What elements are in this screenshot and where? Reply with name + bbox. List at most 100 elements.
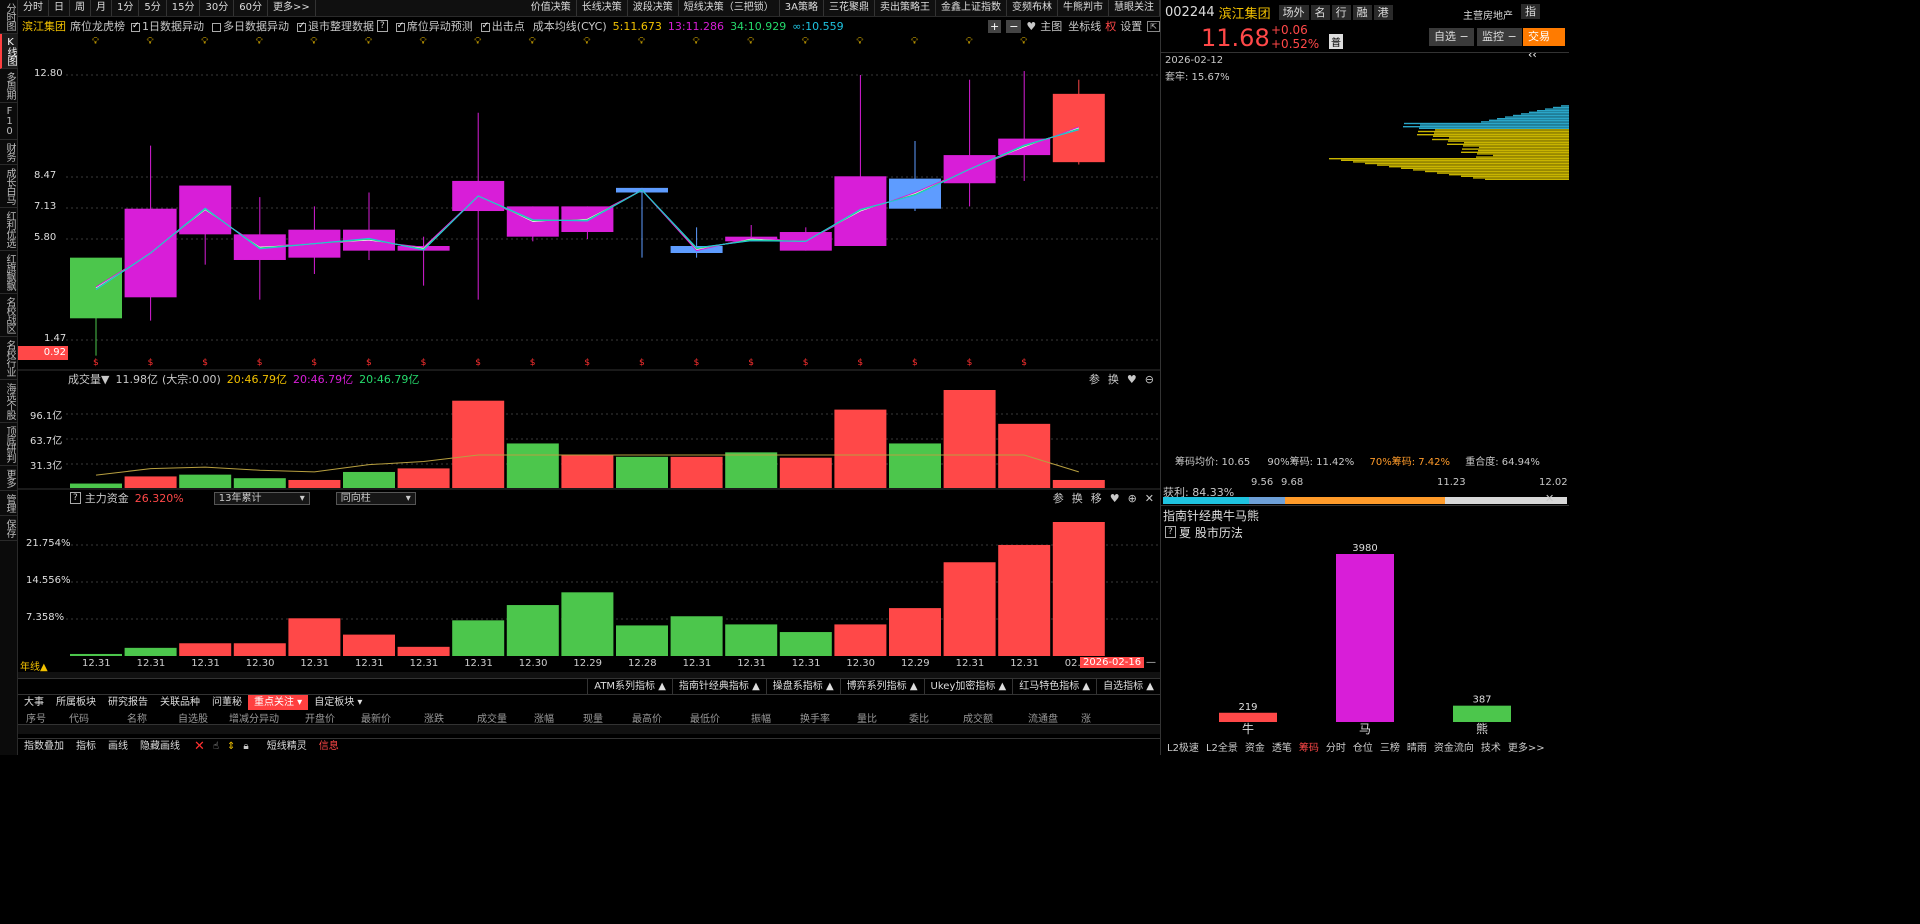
left-nav-item[interactable]: 顶底研判 bbox=[0, 423, 18, 466]
right-bottom-tab[interactable]: 技术 bbox=[1481, 743, 1501, 754]
footer-indicator-button[interactable]: 指标 bbox=[70, 739, 102, 754]
left-nav-item[interactable]: 分时图 bbox=[0, 0, 18, 34]
help-icon[interactable]: ? bbox=[377, 20, 388, 32]
chart-area[interactable] bbox=[18, 34, 1160, 657]
bottom-tab[interactable]: 所属板块 bbox=[50, 695, 102, 710]
capital-bar[interactable] bbox=[233, 643, 286, 656]
left-nav-item[interactable]: 财务 bbox=[0, 140, 18, 165]
table-column-header[interactable]: 自选股 bbox=[170, 711, 216, 724]
right-bottom-tab[interactable]: L2全景 bbox=[1206, 743, 1238, 754]
bulb-icon[interactable]: 💡︎ bbox=[693, 36, 700, 47]
table-column-header[interactable]: 名称 bbox=[104, 711, 170, 724]
period-tab[interactable]: 分时 bbox=[18, 0, 49, 16]
signal-mark[interactable]: $ bbox=[803, 358, 809, 368]
volume-bar[interactable] bbox=[343, 471, 395, 488]
plus-icon[interactable]: + bbox=[987, 19, 1002, 33]
volume-switch-button[interactable]: 换 bbox=[1108, 371, 1119, 387]
signal-mark[interactable]: $ bbox=[912, 358, 918, 368]
left-nav-item[interactable]: F10 bbox=[0, 103, 18, 140]
signal-mark[interactable]: $ bbox=[530, 358, 536, 368]
signal-mark[interactable]: $ bbox=[93, 358, 99, 368]
minus-icon[interactable]: − bbox=[1006, 19, 1022, 33]
delete-icon[interactable]: ✕ bbox=[194, 739, 205, 754]
main-chart-button[interactable]: 主图 bbox=[1040, 18, 1062, 34]
otc-button[interactable]: 场外 bbox=[1278, 5, 1309, 20]
period-tab[interactable]: 30分 bbox=[200, 0, 235, 16]
bulb-icon[interactable]: 💡︎ bbox=[474, 36, 481, 47]
table-column-header[interactable]: 代码 bbox=[54, 711, 104, 724]
signal-mark[interactable]: $ bbox=[857, 358, 863, 368]
volume-bar[interactable] bbox=[452, 400, 505, 488]
capital-bar[interactable] bbox=[670, 616, 723, 656]
updown-arrow-icon[interactable]: ⇕ bbox=[227, 741, 235, 752]
period-tab[interactable]: 周 bbox=[70, 0, 91, 16]
strategy-tab[interactable]: 变频布林 bbox=[1007, 0, 1058, 16]
table-column-header[interactable]: 涨跌 bbox=[404, 711, 464, 724]
bottom-tab[interactable]: 自定板块 ▾ bbox=[308, 695, 368, 710]
checkbox-1day[interactable] bbox=[131, 21, 140, 32]
capital-bar[interactable] bbox=[452, 620, 505, 656]
signal-mark[interactable]: $ bbox=[967, 358, 973, 368]
bulb-icon[interactable]: 💡︎ bbox=[310, 36, 317, 47]
help-icon[interactable]: ? bbox=[70, 492, 81, 504]
checkbox-delist[interactable] bbox=[297, 21, 306, 32]
left-nav-item[interactable]: 红旗飘飘 bbox=[0, 251, 18, 294]
strategy-tab[interactable]: 卖出策略王 bbox=[875, 0, 936, 16]
table-column-header[interactable]: 涨幅 bbox=[520, 711, 568, 724]
period-select[interactable]: 13年累计 ▾ bbox=[213, 491, 310, 505]
capital-bar[interactable] bbox=[70, 653, 122, 656]
indicator-menu[interactable]: Ukey加密指标 ▲ bbox=[923, 678, 1013, 694]
left-nav-item[interactable]: 保存 bbox=[0, 516, 18, 541]
strategy-tab[interactable]: 牛熊判市 bbox=[1058, 0, 1109, 16]
footer-draw-button[interactable]: 画线 bbox=[102, 739, 134, 754]
checkbox-multiday[interactable] bbox=[212, 22, 221, 32]
volume-bar[interactable] bbox=[397, 468, 450, 488]
left-nav-item[interactable]: 红利优选 bbox=[0, 208, 18, 251]
right-bottom-tab[interactable]: 筹码 bbox=[1299, 743, 1319, 754]
volume-bar[interactable] bbox=[943, 390, 996, 488]
indicator-menu[interactable]: 操盘系指标 ▲ bbox=[765, 678, 840, 694]
volume-bar[interactable] bbox=[889, 443, 941, 488]
margin-button[interactable]: 融 bbox=[1352, 5, 1372, 20]
signal-mark[interactable]: $ bbox=[584, 358, 590, 368]
minus-icon[interactable]: — bbox=[1146, 657, 1156, 668]
volume-bar[interactable] bbox=[616, 456, 668, 488]
add-watchlist-button[interactable]: 自选 − bbox=[1429, 28, 1474, 46]
table-column-header[interactable]: 成交量 bbox=[464, 711, 520, 724]
left-nav-item[interactable]: K线图 bbox=[0, 34, 18, 69]
strategy-tab[interactable]: 三花聚鼎 bbox=[824, 0, 875, 16]
capital-switch-button[interactable]: 换 bbox=[1072, 490, 1083, 506]
signal-mark[interactable]: $ bbox=[694, 358, 700, 368]
right-bottom-tab[interactable]: 仓位 bbox=[1353, 743, 1373, 754]
hand-icon[interactable]: ☝ bbox=[213, 741, 219, 752]
footer-overlay-button[interactable]: 指数叠加 bbox=[18, 739, 70, 754]
zoom-icon[interactable]: ⊖ bbox=[1145, 373, 1154, 386]
signal-mark[interactable]: $ bbox=[148, 358, 154, 368]
monitor-button[interactable]: 监控 − bbox=[1477, 28, 1522, 46]
capital-bar[interactable] bbox=[506, 605, 559, 656]
bulb-icon[interactable]: 💡︎ bbox=[638, 36, 645, 47]
indicator-menu[interactable]: ATM系列指标 ▲ bbox=[587, 678, 672, 694]
period-tab[interactable]: 月 bbox=[91, 0, 112, 16]
capital-bar[interactable] bbox=[179, 643, 232, 656]
industry-button[interactable]: 行 bbox=[1331, 5, 1351, 20]
volume-bar[interactable] bbox=[834, 409, 887, 488]
strategy-tab[interactable]: 价值决策 bbox=[526, 0, 577, 16]
lock-icon[interactable]: 🔒︎ bbox=[243, 741, 248, 752]
heart-icon[interactable]: ♥ bbox=[1026, 20, 1036, 33]
left-nav-item[interactable]: 名校行业 bbox=[0, 337, 18, 380]
indicator-menu[interactable]: 自选指标 ▲ bbox=[1096, 678, 1160, 694]
footer-short-spirit[interactable]: 短线精灵 bbox=[261, 739, 313, 754]
quan-button[interactable]: 权 bbox=[1105, 18, 1116, 34]
right-bottom-tab[interactable]: 透笔 bbox=[1272, 743, 1292, 754]
bulb-icon[interactable]: 💡︎ bbox=[747, 36, 754, 47]
volume-bar[interactable] bbox=[779, 457, 832, 488]
signal-mark[interactable]: $ bbox=[366, 358, 372, 368]
left-nav-item[interactable]: 海选个股 bbox=[0, 380, 18, 423]
capital-bar[interactable] bbox=[288, 618, 341, 656]
bottom-tab[interactable]: 关联品种 bbox=[154, 695, 206, 710]
signal-mark[interactable]: $ bbox=[639, 358, 645, 368]
table-column-header[interactable]: 振幅 bbox=[734, 711, 788, 724]
table-column-header[interactable]: 量比 bbox=[842, 711, 892, 724]
left-nav-item[interactable]: 名校战区 bbox=[0, 294, 18, 337]
